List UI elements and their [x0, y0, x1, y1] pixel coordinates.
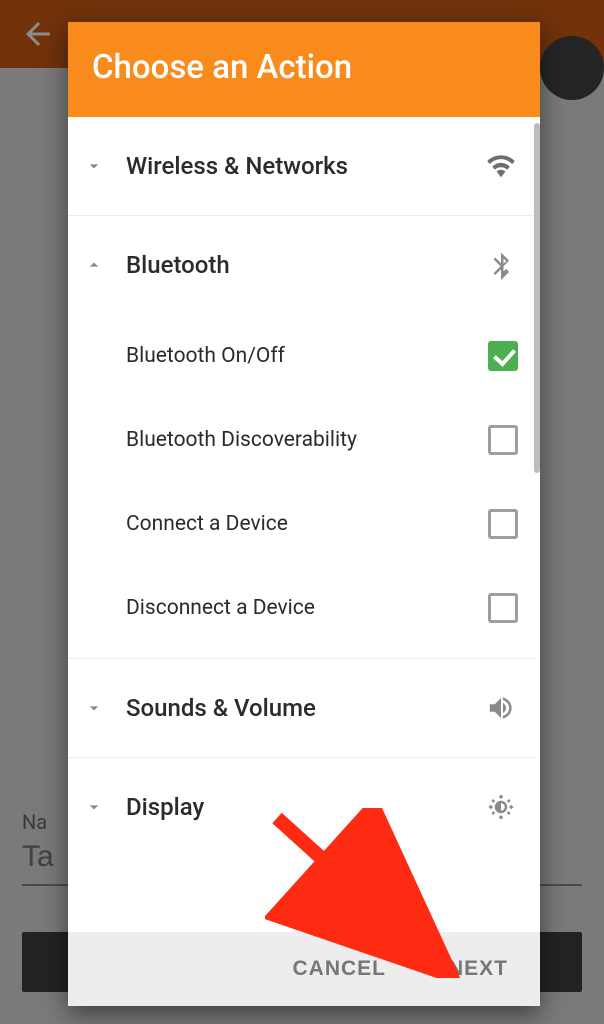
checkbox-unchecked[interactable] — [488, 593, 518, 623]
chevron-down-icon — [80, 793, 108, 821]
checkbox-unchecked[interactable] — [488, 509, 518, 539]
fab-button — [540, 36, 604, 100]
dialog-header: Choose an Action — [68, 22, 540, 117]
next-button[interactable]: NEXT — [442, 949, 514, 989]
option-label: Bluetooth On/Off — [126, 344, 488, 368]
section-title: Display — [126, 793, 484, 821]
option-label: Bluetooth Discoverability — [126, 428, 488, 452]
option-label: Disconnect a Device — [126, 596, 488, 620]
option-label: Connect a Device — [126, 512, 488, 536]
wifi-icon — [484, 149, 518, 183]
section-sounds-volume: Sounds & Volume — [68, 659, 536, 758]
dialog-title: Choose an Action — [92, 48, 516, 87]
choose-action-dialog: Choose an Action Wireless & Networks — [68, 22, 540, 1006]
section-wireless-networks: Wireless & Networks — [68, 117, 536, 216]
dialog-footer: CANCEL NEXT — [68, 932, 540, 1006]
dialog-list[interactable]: Wireless & Networks Bluetooth Bluetooth … — [68, 117, 540, 932]
volume-icon — [484, 691, 518, 725]
option-bluetooth-discoverability[interactable]: Bluetooth Discoverability — [68, 398, 536, 482]
section-header-wireless[interactable]: Wireless & Networks — [68, 117, 536, 215]
brightness-icon — [484, 790, 518, 824]
section-bluetooth: Bluetooth Bluetooth On/Off Bluetooth Dis… — [68, 216, 536, 659]
chevron-up-icon — [80, 251, 108, 279]
scrollbar[interactable] — [534, 123, 540, 473]
chevron-down-icon — [80, 152, 108, 180]
section-header-bluetooth[interactable]: Bluetooth — [68, 216, 536, 314]
option-bluetooth-on-off[interactable]: Bluetooth On/Off — [68, 314, 536, 398]
option-connect-device[interactable]: Connect a Device — [68, 482, 536, 566]
bluetooth-subitems: Bluetooth On/Off Bluetooth Discoverabili… — [68, 314, 536, 658]
section-display: Display — [68, 758, 536, 856]
chevron-down-icon — [80, 694, 108, 722]
section-header-display[interactable]: Display — [68, 758, 536, 856]
section-title: Sounds & Volume — [126, 694, 484, 722]
checkbox-unchecked[interactable] — [488, 425, 518, 455]
bluetooth-icon — [484, 248, 518, 282]
section-title: Bluetooth — [126, 251, 484, 279]
option-disconnect-device[interactable]: Disconnect a Device — [68, 566, 536, 650]
section-header-sounds[interactable]: Sounds & Volume — [68, 659, 536, 757]
cancel-button[interactable]: CANCEL — [286, 949, 392, 989]
checkbox-checked[interactable] — [488, 341, 518, 371]
back-icon — [20, 16, 56, 52]
section-title: Wireless & Networks — [126, 152, 484, 180]
